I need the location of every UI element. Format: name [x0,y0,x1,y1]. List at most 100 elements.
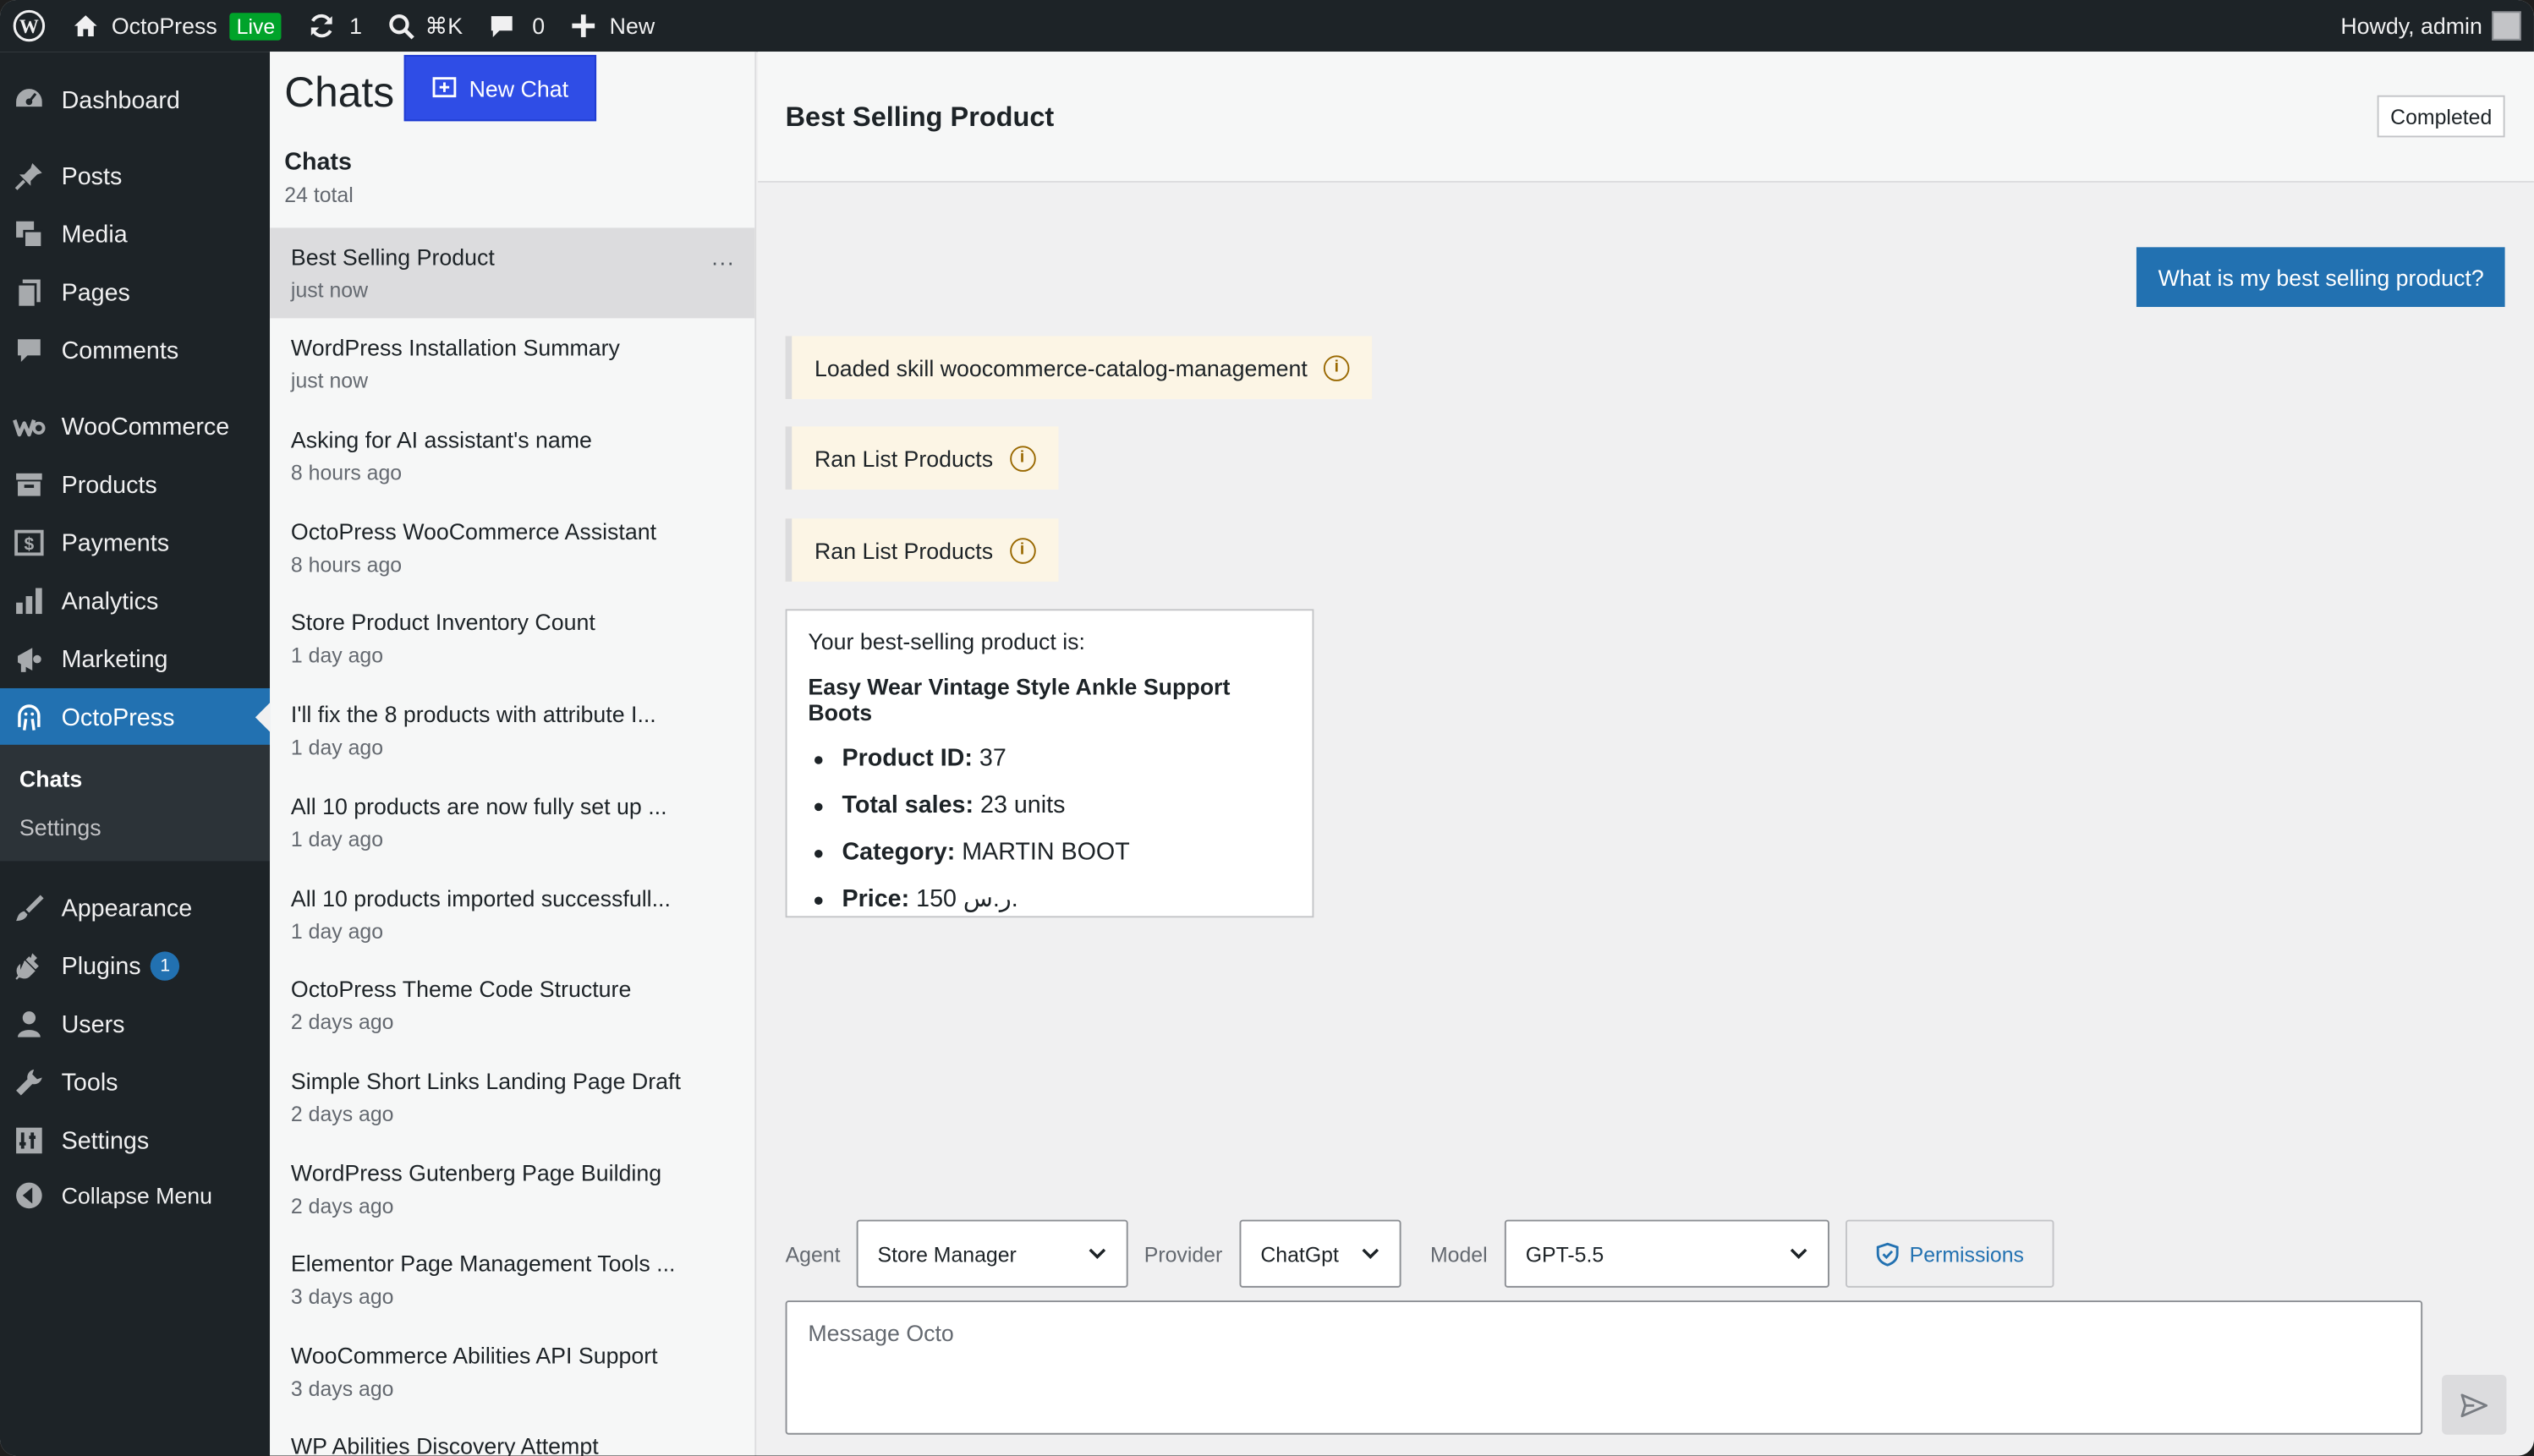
menu-item-media[interactable]: Media [0,205,270,264]
chat-title: OctoPress WooCommerce Assistant [290,518,657,545]
menu-label: Products [61,470,157,499]
chat-list-item[interactable]: WooCommerce Abilities API Support 3 days… [270,1327,754,1417]
chat-list-item[interactable]: Store Product Inventory Count 1 day ago [270,593,754,683]
menu-item-appearance[interactable]: Appearance [0,879,270,937]
chat-list-item[interactable]: Simple Short Links Landing Page Draft 2 … [270,1052,754,1142]
more-options-icon[interactable]: ... [711,244,735,271]
comments-count: 0 [532,13,546,39]
search-icon [389,14,414,39]
chat-title: WP Abilities Discovery Attempt [290,1432,599,1456]
new-content-link[interactable]: New [557,0,667,52]
avatar[interactable] [2492,11,2521,41]
conversation-header: Best Selling Product Completed [758,52,2534,183]
menu-item-octopress[interactable]: OctoPress [0,687,271,747]
menu-item-collapse[interactable]: Collapse Menu [0,1167,270,1225]
list-item: Category: MARTIN BOOT [808,835,1291,882]
search-link[interactable]: ⌘K [375,0,475,52]
refresh-icon [311,14,333,38]
chat-list-item[interactable]: Elementor Page Management Tools ... 3 da… [270,1234,754,1325]
menu-label: Users [61,1010,125,1038]
permissions-label: Permissions [1909,1241,2024,1267]
tool-message-text: Ran List Products [814,537,994,563]
message-input[interactable]: Message Octo [785,1300,2423,1435]
new-chat-icon [433,76,457,97]
comments-link[interactable]: 0 [475,0,557,52]
wordpress-logo-icon[interactable]: W [0,0,58,52]
menu-item-plugins[interactable]: Plugins 1 [0,937,270,995]
chat-title: Elementor Page Management Tools ... [290,1250,676,1277]
settings-icon [13,1125,45,1157]
menu-label: WooCommerce [61,413,230,441]
menu-item-woocommerce[interactable]: WooCommerce [0,397,270,456]
menu-item-users[interactable]: Users [0,995,270,1054]
chat-list-item[interactable]: Asking for AI assistant's name 8 hours a… [270,410,754,501]
message-placeholder: Message Octo [808,1320,954,1346]
chats-panel: Chats New Chat Chats 24 total Best Selli… [270,52,757,1456]
chat-time: 2 days ago [290,1010,394,1034]
info-icon[interactable]: i [1323,354,1350,380]
wrench-icon [13,1066,45,1098]
menu-item-marketing[interactable]: Marketing [0,630,270,688]
user-icon [13,1008,45,1040]
collapse-icon [13,1180,45,1212]
new-chat-button[interactable]: New Chat [403,54,597,122]
plus-icon [572,14,595,37]
submenu-settings[interactable]: Settings [19,814,101,840]
menu-label: Media [61,220,128,249]
detail-label: Price: [842,885,910,913]
chat-list-item[interactable]: WordPress Gutenberg Page Building 2 days… [270,1144,754,1234]
submenu-chats[interactable]: Chats [19,766,82,792]
chat-list-item[interactable]: WordPress Installation Summary just now [270,318,754,408]
chat-title: WooCommerce Abilities API Support [290,1342,658,1369]
user-message: What is my best selling product? [2136,247,2505,308]
page-title: Chats [284,68,395,117]
dollar-icon: $ [13,527,45,559]
conversation-panel: Best Selling Product Completed What is m… [758,52,2534,1456]
menu-label: Collapse Menu [61,1182,213,1209]
live-badge: Live [230,12,282,40]
menu-label: Dashboard [61,86,180,114]
active-indicator [255,703,271,732]
chat-list-item[interactable]: OctoPress WooCommerce Assistant 8 hours … [270,502,754,593]
menu-label: Marketing [61,645,168,673]
chat-title: Best Selling Product [290,244,495,271]
octopress-submenu: Chats Settings [0,744,271,862]
chat-list-item[interactable]: WP Abilities Discovery Attempt [270,1417,754,1456]
chat-time: 2 days ago [290,1194,394,1218]
menu-item-dashboard[interactable]: Dashboard [0,71,270,129]
comment-icon [491,15,513,36]
admin-menu: Dashboard Posts Media Pages Comments Woo… [0,52,271,1456]
menu-label: Analytics [61,587,159,616]
detail-label: Total sales: [842,791,974,819]
provider-select[interactable]: ChatGpt [1239,1219,1401,1288]
menu-item-posts[interactable]: Posts [0,147,270,205]
menu-item-comments[interactable]: Comments [0,321,270,380]
octopus-icon [13,701,45,733]
chat-list-item[interactable]: All 10 products are now fully set up ...… [270,777,754,868]
menu-item-payments[interactable]: $ Payments [0,514,270,572]
chevron-down-icon [1089,1248,1106,1259]
model-select[interactable]: GPT-5.5 [1504,1219,1829,1288]
menu-item-settings[interactable]: Settings [0,1112,270,1170]
agent-select[interactable]: Store Manager [856,1219,1128,1288]
chat-title: Store Product Inventory Count [290,609,595,635]
menu-item-analytics[interactable]: Analytics [0,572,270,630]
site-name-link[interactable]: OctoPress Live [58,0,294,52]
info-icon[interactable]: i [1009,445,1035,471]
send-button[interactable] [2442,1375,2507,1435]
chat-list-item[interactable]: All 10 products imported successfull... … [270,869,754,960]
chat-list-item[interactable]: Best Selling Product just now ... [270,227,755,319]
chat-list-item[interactable]: I'll fix the 8 products with attribute I… [270,685,754,775]
menu-item-products[interactable]: Products [0,456,270,514]
permissions-button[interactable]: Permissions [1846,1219,2054,1288]
chat-list-item[interactable]: OctoPress Theme Code Structure 2 days ag… [270,960,754,1050]
updates-link[interactable]: 1 [294,0,375,52]
model-value: GPT-5.5 [1525,1241,1604,1267]
menu-item-pages[interactable]: Pages [0,263,270,321]
new-chat-label: New Chat [469,74,569,101]
tool-message: Ran List Products i [785,518,1058,582]
howdy-user[interactable]: Howdy, admin [2340,13,2482,39]
menu-item-tools[interactable]: Tools [0,1054,270,1112]
send-icon [2460,1393,2488,1417]
info-icon[interactable]: i [1009,537,1035,563]
